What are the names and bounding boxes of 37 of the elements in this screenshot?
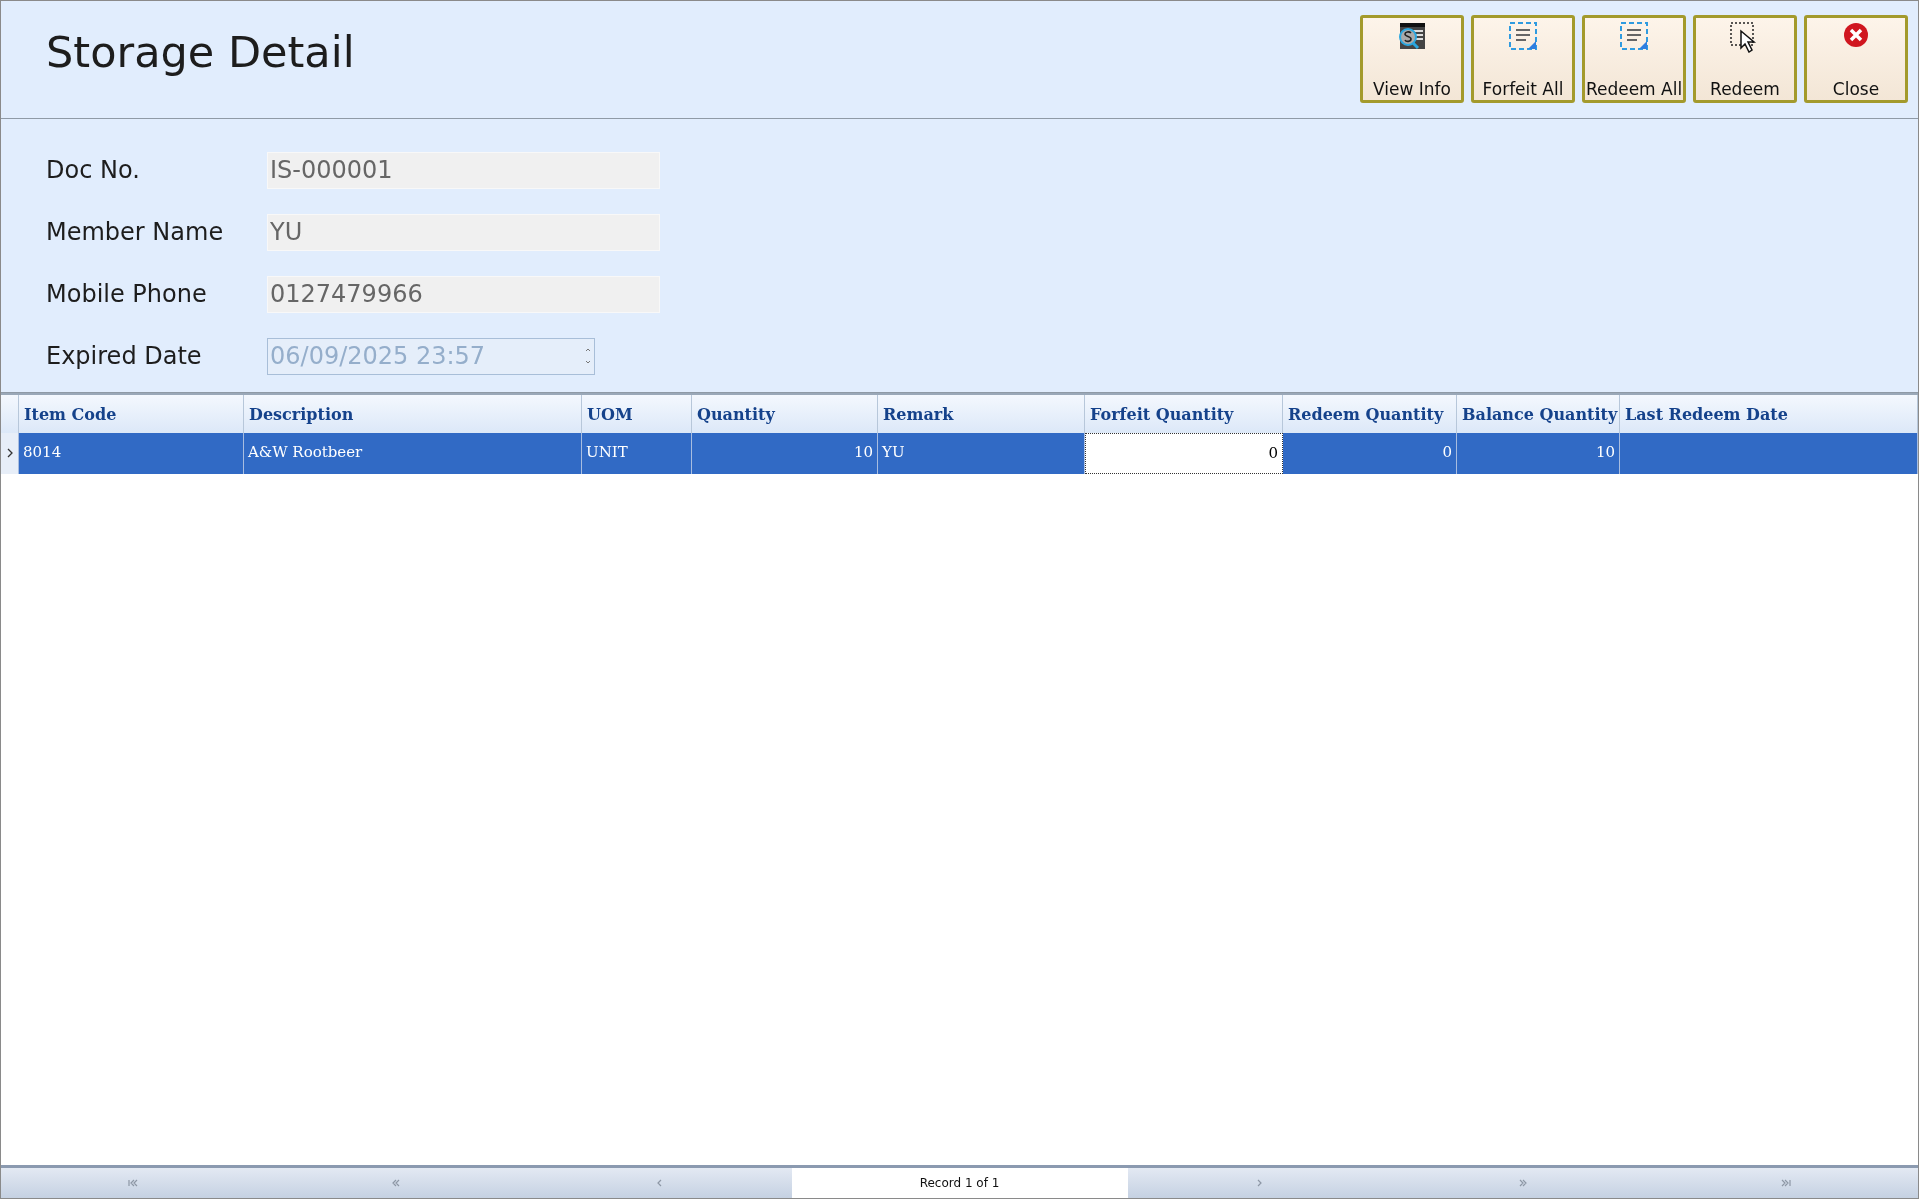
- previous-page-icon: [392, 1179, 401, 1187]
- previous-icon: [657, 1179, 663, 1187]
- next-page-icon: [1518, 1179, 1527, 1187]
- toolbar-button[interactable]: Close: [1804, 15, 1908, 103]
- table-cell: UNIT: [582, 433, 692, 474]
- table-cell: 10: [692, 433, 878, 474]
- table-cell: 0: [1283, 433, 1457, 474]
- next-icon: [1256, 1179, 1262, 1187]
- navigator-button[interactable]: [1, 1168, 265, 1198]
- select-list-icon: [1508, 21, 1538, 51]
- spinner-icon[interactable]: [584, 346, 592, 366]
- text-field[interactable]: IS-000001: [267, 151, 660, 189]
- table-cell: A&W Rootbeer: [244, 433, 582, 474]
- text-field[interactable]: 0127479966: [267, 275, 660, 313]
- close-icon: [1842, 21, 1870, 49]
- toolbar-button[interactable]: Redeem: [1693, 15, 1797, 103]
- field-label: Mobile Phone: [46, 279, 208, 310]
- toolbar-button[interactable]: Redeem All: [1582, 15, 1686, 103]
- first-icon: [127, 1179, 138, 1187]
- field-label: Doc No.: [46, 155, 141, 186]
- table-cell: YU: [878, 433, 1085, 474]
- table-cell: 10: [1457, 433, 1620, 474]
- toolbar-button[interactable]: Forfeit All: [1471, 15, 1575, 103]
- field-label: Expired Date: [46, 341, 203, 372]
- last-icon: [1781, 1179, 1792, 1187]
- toolbar-button[interactable]: View Info: [1360, 15, 1464, 103]
- document-search-icon: [1397, 21, 1427, 51]
- navigator-button[interactable]: [1127, 1168, 1391, 1198]
- field-label: Member Name: [46, 217, 225, 248]
- row-pointer-icon: [6, 448, 13, 459]
- navigator-button[interactable]: [528, 1168, 792, 1198]
- cell-editor[interactable]: 0: [1085, 433, 1283, 474]
- select-list-icon: [1619, 21, 1649, 51]
- navigator-button[interactable]: [1654, 1168, 1918, 1198]
- table-cell: 8014: [19, 433, 244, 474]
- window-title: Storage Detail: [46, 31, 355, 74]
- text-field[interactable]: YU: [267, 213, 660, 251]
